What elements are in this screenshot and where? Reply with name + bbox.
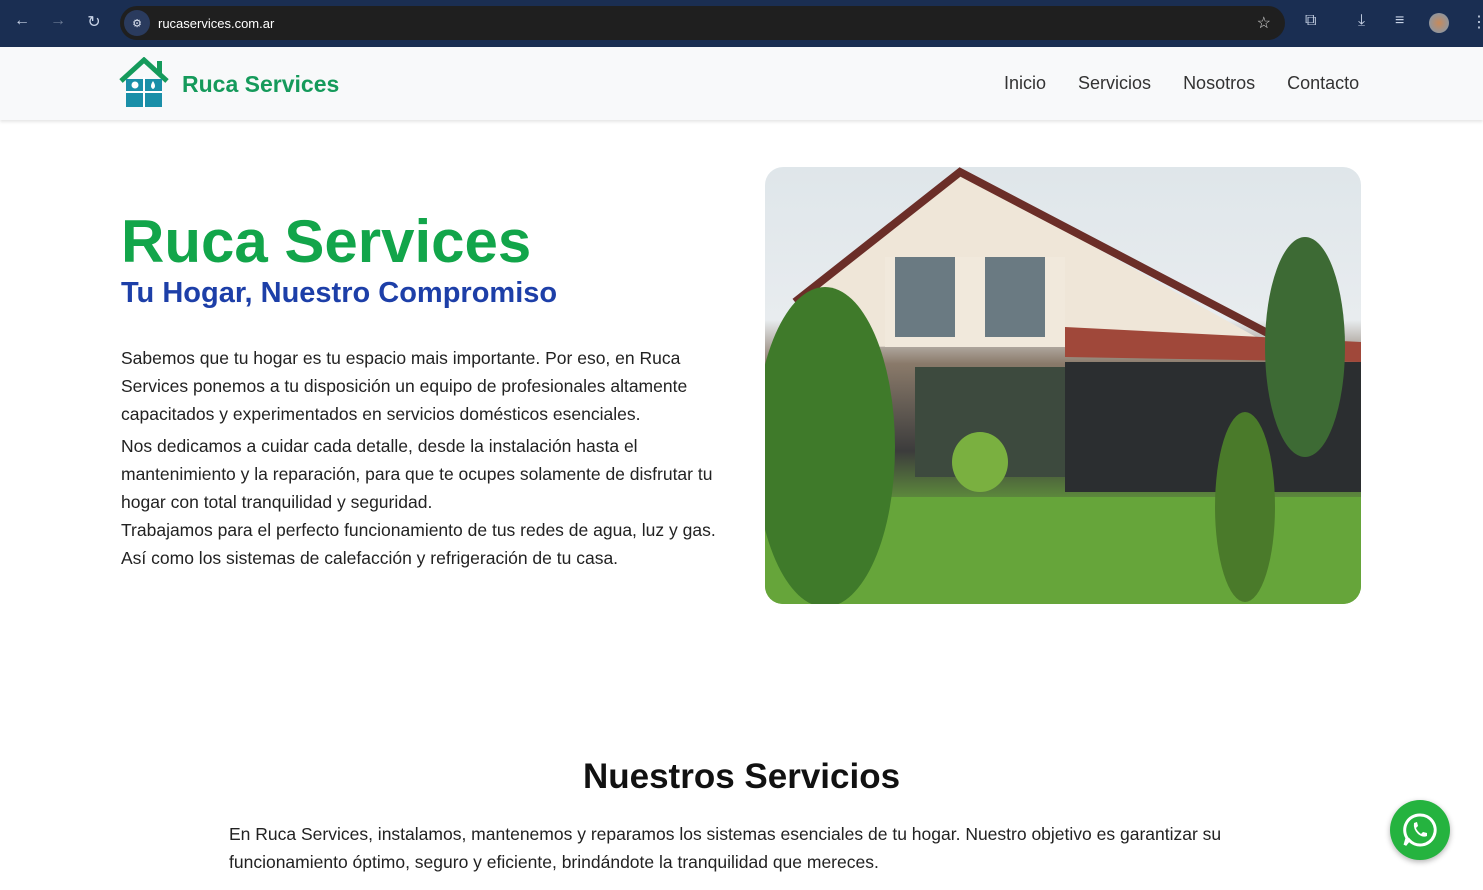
bookmark-star-icon[interactable]: ☆ [1257,13,1271,33]
nav-servicios[interactable]: Servicios [1078,73,1151,94]
extensions-icon[interactable]: ⧉ [1305,12,1316,30]
services-title: Nuestros Servicios [582,757,901,796]
forward-icon[interactable]: → [47,12,69,30]
reload-icon[interactable]: ↻ [83,12,105,32]
back-icon[interactable]: ← [11,12,33,30]
house-logo-icon[interactable] [119,57,169,109]
hero-paragraph: Nos dedicamos a cuidar cada detalle, des… [121,436,713,512]
profile-avatar[interactable] [1429,13,1449,33]
nav-contacto[interactable]: Contacto [1287,73,1359,94]
nav-nosotros[interactable]: Nosotros [1183,73,1255,94]
site-header: Ruca Services Inicio Servicios Nosotros … [0,47,1483,120]
house-photo [765,167,1361,604]
site-settings-icon[interactable]: ⚙ [124,10,150,36]
hero-title: Ruca Services [121,208,532,275]
url-text[interactable]: rucaservices.com.ar [158,16,274,31]
menu-icon[interactable]: ⋮ [1471,12,1483,32]
nav-inicio[interactable]: Inicio [1004,73,1046,94]
whatsapp-icon [1403,813,1437,847]
whatsapp-button[interactable] [1390,800,1450,860]
browser-toolbar: ← → ↻ ⚙ rucaservices.com.ar ☆ ⧉ ⤓ ≡ ⋮ [0,0,1483,47]
address-bar[interactable]: ⚙ rucaservices.com.ar ☆ [120,6,1285,40]
hero-paragraph: Trabajamos para el perfecto funcionamien… [121,520,716,568]
main-nav: Inicio Servicios Nosotros Contacto [1004,73,1359,94]
hero-subtitle: Tu Hogar, Nuestro Compromiso [121,277,558,309]
brand-name[interactable]: Ruca Services [182,71,339,98]
hero-paragraph: Sabemos que tu hogar es tu espacio mais … [121,348,688,424]
download-icon[interactable]: ⤓ [1358,12,1365,30]
services-description: En Ruca Services, instalamos, mantenemos… [229,824,1222,872]
media-control-icon[interactable]: ≡ [1395,12,1404,30]
